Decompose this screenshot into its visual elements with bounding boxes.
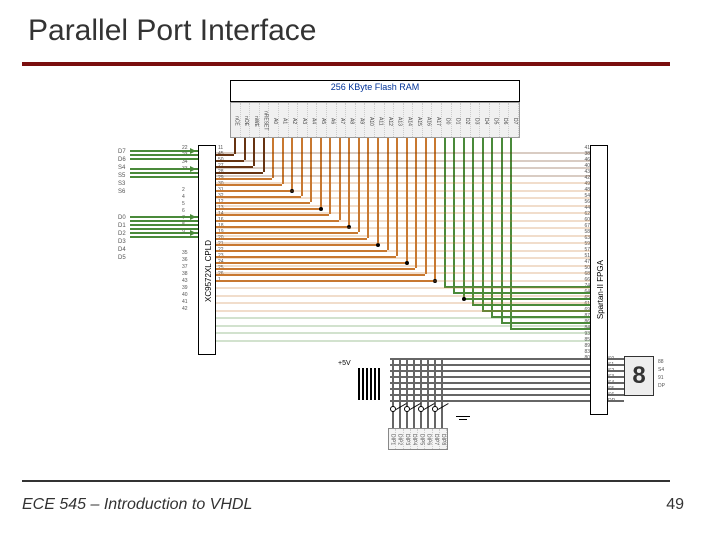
flash-ram-pins: nCEnOEnWEnRESETA0A1A2A3A4A5A6A7A8A9A10A1… xyxy=(230,102,520,138)
schematic-diagram: 256 KByte Flash RAM nCEnOEnWEnRESETA0A1A… xyxy=(130,80,670,470)
bus-wire xyxy=(130,224,198,226)
resistor xyxy=(358,384,382,392)
bus-wire xyxy=(130,232,198,234)
bus-wire xyxy=(130,154,198,156)
port-labels-a: D7D6S4S5S3S6 xyxy=(118,148,126,196)
bus-wire xyxy=(130,220,198,222)
arrow-icon xyxy=(190,166,196,172)
switch-arm xyxy=(438,403,449,410)
port-labels-b: D0D1D2D3D4D5 xyxy=(118,214,126,262)
fpga-label: Spartan-II FPGA xyxy=(596,260,605,319)
bus-wire xyxy=(130,176,198,178)
seven-segment-pins-right: 88S491DP xyxy=(658,358,665,390)
arrow-icon xyxy=(190,148,196,154)
seven-segment-display: 8 xyxy=(624,356,654,396)
page-title: Parallel Port Interface xyxy=(28,14,316,48)
resistor xyxy=(358,392,382,400)
cpld-label: XC9572XL CPLD xyxy=(204,240,213,302)
title-divider xyxy=(22,62,670,66)
arrow-icon xyxy=(190,214,196,220)
footer-divider xyxy=(22,480,670,482)
footer-course: ECE 545 – Introduction to VHDL xyxy=(22,496,252,514)
bus-wire xyxy=(130,168,198,170)
page-number: 49 xyxy=(666,496,684,514)
dip-switch-block: DIP1DIP2DIP3DIP4DIP5DIP6DIP7DIP8 xyxy=(388,428,448,450)
bus-wire xyxy=(130,172,198,174)
resistor xyxy=(358,368,382,376)
bus-wire xyxy=(130,158,198,160)
bus-wire xyxy=(130,216,198,218)
resistor xyxy=(358,376,382,384)
bus-wire xyxy=(130,236,198,238)
arrow-icon xyxy=(190,230,196,236)
bus-wire xyxy=(130,150,198,152)
flash-ram-block: 256 KByte Flash RAM xyxy=(230,80,520,102)
bus-wire xyxy=(130,228,198,230)
ground-symbol xyxy=(456,416,470,426)
voltage-label: +5V xyxy=(338,360,351,367)
